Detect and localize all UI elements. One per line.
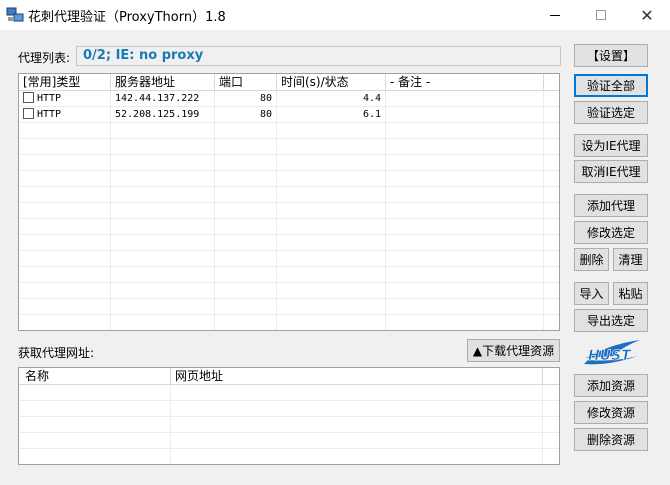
window-title: 花刺代理验证（ProxyThorn）1.8 [28, 10, 226, 25]
column-type[interactable]: [常用]类型 [19, 74, 111, 91]
source-list-label: 获取代理网址: [18, 346, 95, 360]
cell-type: HTTP [37, 109, 62, 120]
table-row[interactable]: HTTP 142.44.137.222 80 4.4 [19, 91, 559, 107]
app-icon [6, 7, 24, 22]
source-list-body [19, 385, 559, 464]
download-sources-button[interactable]: ▲下载代理资源 [467, 339, 560, 362]
proxy-list[interactable]: [常用]类型 服务器地址 端口 时间(s)/状态 - 备注 - HTTP 142… [18, 73, 560, 331]
column-note[interactable]: - 备注 - [386, 74, 544, 91]
verify-selected-button[interactable]: 验证选定 [574, 101, 648, 124]
source-list-header: 名称 网页地址 [19, 368, 559, 385]
column-filler [543, 368, 559, 385]
cell-note [386, 91, 544, 107]
proxy-list-label: 代理列表: [18, 51, 71, 65]
row-checkbox[interactable] [23, 108, 34, 119]
column-port[interactable]: 端口 [215, 74, 277, 91]
hust-logo: HUST [584, 340, 640, 365]
svg-text:HUST: HUST [588, 348, 632, 364]
column-filler [544, 74, 559, 91]
proxy-list-header: [常用]类型 服务器地址 端口 时间(s)/状态 - 备注 - [19, 74, 559, 91]
verify-all-button[interactable]: 验证全部 [574, 74, 648, 97]
add-proxy-button[interactable]: 添加代理 [574, 194, 648, 217]
export-selected-button[interactable]: 导出选定 [574, 309, 648, 332]
edit-selected-button[interactable]: 修改选定 [574, 221, 648, 244]
table-row[interactable]: HTTP 52.208.125.199 80 6.1 [19, 107, 559, 123]
column-name[interactable]: 名称 [19, 368, 171, 385]
import-button[interactable]: 导入 [574, 282, 609, 305]
minimize-button[interactable] [532, 0, 578, 30]
column-server[interactable]: 服务器地址 [111, 74, 215, 91]
minimize-icon [550, 14, 560, 16]
cell-type: HTTP [37, 93, 62, 104]
cell-server: 52.208.125.199 [111, 107, 215, 123]
cell-server: 142.44.137.222 [111, 91, 215, 107]
status-display: 0/2; IE: no proxy [76, 46, 561, 66]
column-url[interactable]: 网页地址 [171, 368, 543, 385]
clear-button[interactable]: 清理 [613, 248, 648, 271]
title-bar: 花刺代理验证（ProxyThorn）1.8 ✕ [0, 0, 670, 30]
source-list[interactable]: 名称 网页地址 [18, 367, 560, 465]
close-button[interactable]: ✕ [624, 0, 670, 30]
cell-port: 80 [215, 107, 277, 123]
add-source-button[interactable]: 添加资源 [574, 374, 648, 397]
cell-time: 4.4 [277, 91, 386, 107]
column-time-status[interactable]: 时间(s)/状态 [277, 74, 386, 91]
settings-button[interactable]: 【设置】 [574, 44, 648, 67]
row-checkbox[interactable] [23, 92, 34, 103]
edit-source-button[interactable]: 修改资源 [574, 401, 648, 424]
close-icon: ✕ [640, 5, 654, 25]
cell-note [386, 107, 544, 123]
maximize-button[interactable] [578, 0, 624, 30]
cell-time: 6.1 [277, 107, 386, 123]
proxy-list-body: HTTP 142.44.137.222 80 4.4 HTTP 52.208.1… [19, 91, 559, 330]
cancel-ie-proxy-button[interactable]: 取消IE代理 [574, 160, 648, 183]
delete-source-button[interactable]: 删除资源 [574, 428, 648, 451]
set-ie-proxy-button[interactable]: 设为IE代理 [574, 134, 648, 157]
paste-button[interactable]: 粘贴 [613, 282, 648, 305]
maximize-icon [596, 10, 606, 20]
cell-port: 80 [215, 91, 277, 107]
delete-button[interactable]: 删除 [574, 248, 609, 271]
